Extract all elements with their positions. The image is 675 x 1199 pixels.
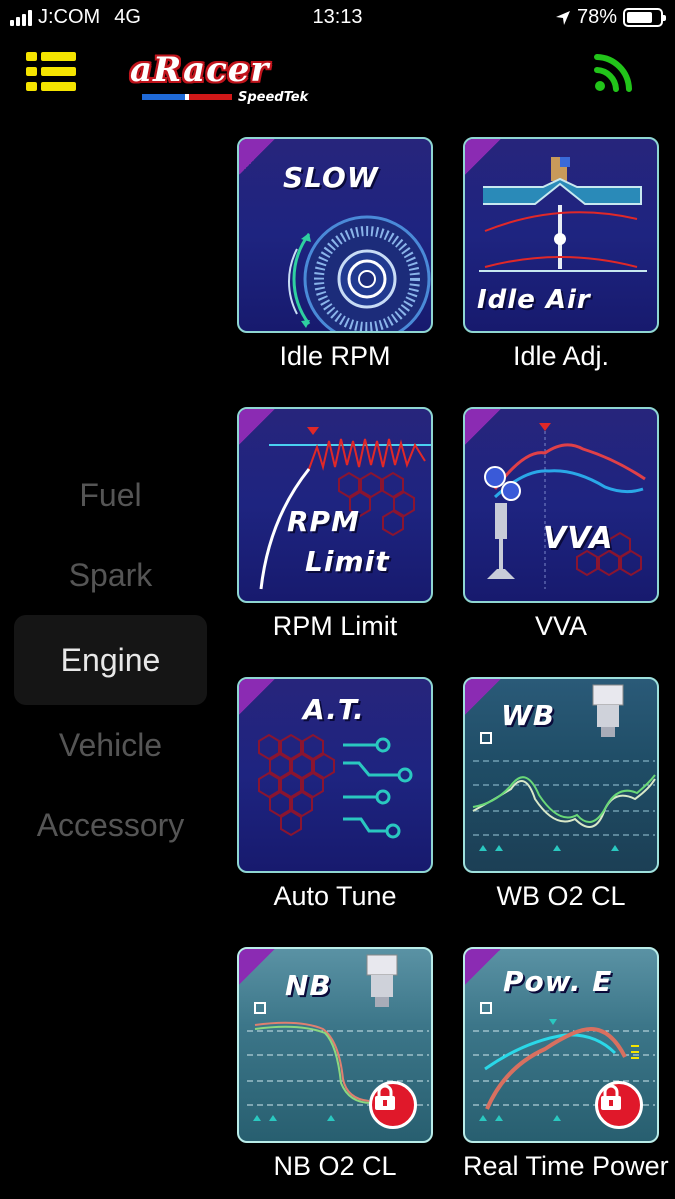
wb-o2-artwork: WB: [463, 677, 659, 873]
tile-nb-o2-cl[interactable]: NB NB O2 CL: [237, 947, 433, 1182]
lock-icon: [595, 1081, 643, 1129]
tile-art-text: NB: [285, 969, 332, 1002]
tile-art-text-line2: Limit: [305, 545, 390, 578]
tile-label: Real Time Power: [463, 1151, 669, 1181]
list-menu-icon: [26, 52, 76, 91]
idle-rpm-artwork: SLOW: [237, 137, 433, 333]
aracer-logo: aRacer SpeedTek: [126, 50, 326, 110]
tile-wb-o2-cl[interactable]: WB WB O2 CL: [463, 677, 659, 912]
nav-item-vehicle[interactable]: Vehicle: [14, 705, 207, 785]
logo-main-text: aRacer: [130, 50, 270, 90]
tile-art-text-line1: RPM: [287, 505, 360, 538]
idle-air-artwork: Idle Air: [463, 137, 659, 333]
tile-idle-adj[interactable]: Idle Air Idle Adj.: [463, 137, 659, 372]
nav-item-accessory[interactable]: Accessory: [14, 785, 207, 865]
logo-sub-text: SpeedTek: [238, 90, 309, 105]
auto-tune-artwork: A.T.: [237, 677, 433, 873]
real-time-power-artwork: Pow. E: [463, 947, 659, 1143]
tile-art-text: SLOW: [283, 161, 379, 194]
tile-art-text: VVA: [543, 521, 614, 556]
nav-item-fuel[interactable]: Fuel: [14, 455, 207, 535]
nav-item-spark[interactable]: Spark: [14, 535, 207, 615]
battery-percent: 78%: [576, 6, 617, 28]
tile-label: RPM Limit: [272, 611, 398, 641]
vva-artwork: VVA: [463, 407, 659, 603]
tile-label: Idle RPM: [279, 341, 391, 371]
status-bar: J:COM 4G 13:13 78%: [0, 0, 675, 36]
tile-idle-rpm[interactable]: SLOW Idle RPM: [237, 137, 433, 372]
battery-icon: [623, 8, 666, 27]
o2-sensor-graph-icon: [472, 684, 656, 851]
tile-art-text: WB: [501, 699, 556, 732]
tile-label: Idle Adj.: [512, 341, 610, 371]
rpm-limit-artwork: RPM Limit: [237, 407, 433, 603]
nb-o2-artwork: NB: [237, 947, 433, 1143]
tile-art-text: Pow. E: [503, 965, 613, 998]
tile-auto-tune[interactable]: A.T. Auto Tune: [237, 677, 433, 912]
tile-label: VVA: [534, 611, 588, 641]
category-nav: Fuel Spark Engine Vehicle Accessory: [14, 455, 207, 865]
valve-cam-icon: [484, 423, 646, 589]
tile-art-text: A.T.: [303, 693, 365, 726]
tile-label: Auto Tune: [273, 881, 397, 911]
tile-label: WB O2 CL: [496, 881, 626, 911]
location-arrow-icon: [555, 10, 570, 25]
lock-icon: [369, 1081, 417, 1129]
tile-label: NB O2 CL: [273, 1151, 397, 1181]
tile-art-text: Idle Air: [477, 285, 591, 315]
top-bar: aRacer SpeedTek: [0, 40, 675, 110]
nav-item-engine[interactable]: Engine: [14, 615, 207, 705]
connection-button[interactable]: [592, 48, 640, 94]
wireless-signal-icon: [594, 54, 632, 92]
menu-button[interactable]: [22, 50, 80, 94]
tile-rpm-limit[interactable]: RPM Limit RPM Limit: [237, 407, 433, 642]
logo-stripe: [142, 94, 232, 100]
tile-vva[interactable]: VVA VVA: [463, 407, 659, 642]
status-right: 78%: [555, 6, 666, 29]
tile-real-time-power[interactable]: Pow. E Real Time Power: [463, 947, 669, 1182]
